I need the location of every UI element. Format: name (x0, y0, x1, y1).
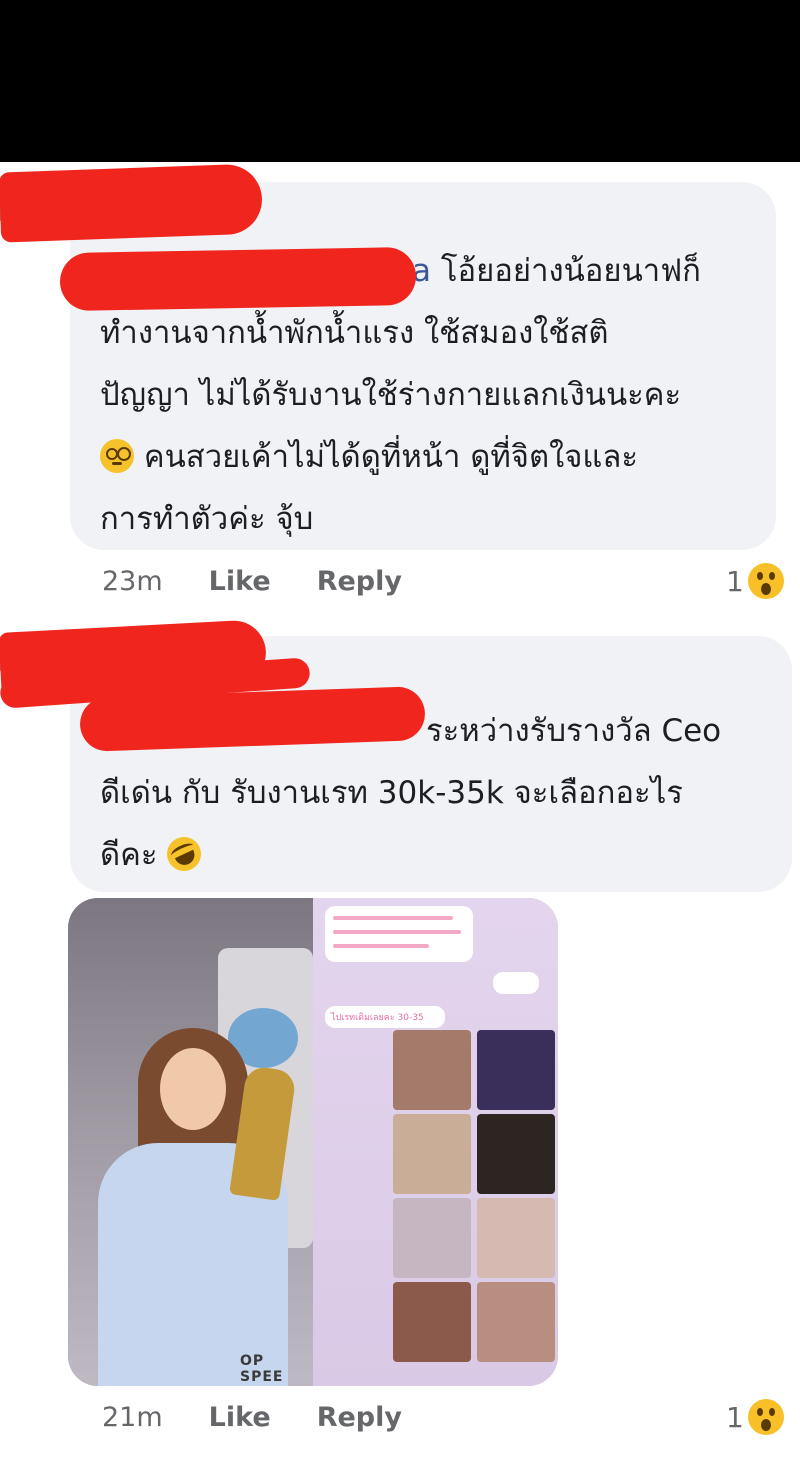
like-button[interactable]: Like (209, 566, 271, 597)
chat-snippet-text: ไปเรทเดิมเลยคะ 30-35 (331, 1013, 424, 1023)
reply-button[interactable]: Reply (317, 1402, 402, 1433)
photo-thumbnail (393, 1030, 471, 1110)
photo-thumbnail (477, 1030, 555, 1110)
redaction-mark (0, 163, 264, 243)
person-face (160, 1048, 226, 1130)
reaction-count: 1 (726, 1400, 744, 1434)
chat-bubble (325, 906, 473, 962)
photo-thumbnail (477, 1114, 555, 1194)
sponsor-logo-text: OP SPEE (240, 1353, 284, 1385)
wow-reaction-icon (747, 563, 784, 599)
comment-timestamp: 21m (102, 1402, 163, 1433)
reaction-count: 1 (726, 564, 744, 598)
comment-actions: 21m Like Reply (102, 1402, 402, 1433)
reaction-summary[interactable]: 1 (726, 563, 784, 599)
reply-button[interactable]: Reply (317, 566, 402, 597)
award-photo: OP SPEE (68, 898, 313, 1386)
top-black-bar (0, 0, 800, 162)
redaction-mark (59, 246, 417, 312)
chat-bubble: ไปเรทเดิมเลยคะ 30-35 (325, 1006, 445, 1028)
reaction-summary[interactable]: 1 (726, 1399, 784, 1435)
wow-reaction-icon (747, 1399, 784, 1435)
chat-screenshot: ไปเรทเดิมเลยคะ 30-35 (313, 898, 558, 1386)
comment-actions: 23m Like Reply (102, 566, 402, 597)
photo-thumbnail (477, 1198, 555, 1278)
like-button[interactable]: Like (209, 1402, 271, 1433)
rofl-emoji (161, 831, 207, 877)
photo-thumbnail (393, 1282, 471, 1362)
comment-attached-image[interactable]: OP SPEE ไปเรทเดิมเลยคะ 30-35 (68, 898, 558, 1386)
photo-thumbnail (393, 1114, 471, 1194)
woozy-face-emoji (100, 439, 134, 473)
photo-thumbnail (477, 1282, 555, 1362)
comment-timestamp: 23m (102, 566, 163, 597)
chat-bubble (493, 972, 539, 994)
photo-thumbnail (393, 1198, 471, 1278)
